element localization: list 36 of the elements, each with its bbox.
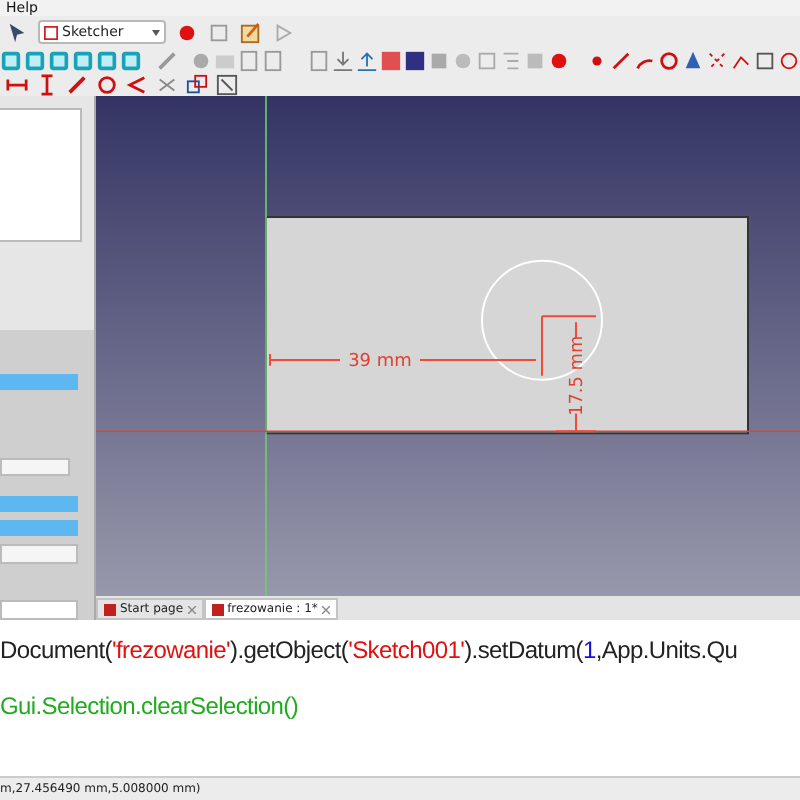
input-field[interactable] xyxy=(0,600,78,620)
panel-button[interactable] xyxy=(0,458,70,476)
document-icon xyxy=(104,603,116,615)
play-icon[interactable] xyxy=(272,21,294,43)
record-icon[interactable] xyxy=(547,50,570,72)
caret-icon xyxy=(152,29,160,35)
length-icon[interactable] xyxy=(66,74,88,96)
page-icon[interactable] xyxy=(307,50,330,72)
document-icon[interactable] xyxy=(262,50,285,72)
python-console[interactable]: Document('frezowanie').getObject('Sketch001').setDatum(1,App.Units.Qu Gui.Selection.clearSelection() xyxy=(0,620,800,776)
stop-icon[interactable] xyxy=(208,21,230,43)
circle-icon[interactable] xyxy=(658,50,680,72)
rectangle-icon[interactable] xyxy=(754,50,776,72)
upload-icon[interactable] xyxy=(355,50,378,72)
close-icon[interactable] xyxy=(321,605,330,613)
notepad-icon[interactable] xyxy=(240,21,262,43)
console-line: Gui.Selection.clearSelection() xyxy=(0,690,301,724)
angle-icon[interactable] xyxy=(126,74,148,96)
tree-panel xyxy=(0,108,82,242)
document-icon xyxy=(211,603,224,615)
vertical-dimension-icon[interactable] xyxy=(36,74,58,96)
radius-icon[interactable] xyxy=(96,74,118,96)
record-icon[interactable] xyxy=(176,21,198,43)
sketch-icon xyxy=(44,25,58,39)
console-line: Document('frezowanie').getObject('Sketch001').setDatum(1,App.Units.Qu xyxy=(0,634,740,668)
download-icon[interactable] xyxy=(331,50,354,72)
squares-icon[interactable] xyxy=(186,74,208,96)
ruler-icon[interactable] xyxy=(155,50,178,72)
cursor-icon[interactable] xyxy=(6,21,28,43)
grid-icon[interactable] xyxy=(475,50,498,72)
close-icon[interactable] xyxy=(187,605,196,613)
squares-icon[interactable] xyxy=(216,74,238,96)
scissors-icon[interactable] xyxy=(156,74,178,96)
line-icon[interactable] xyxy=(610,50,632,72)
horizontal-dimension-icon[interactable] xyxy=(6,74,28,96)
dropdown[interactable] xyxy=(0,544,78,564)
